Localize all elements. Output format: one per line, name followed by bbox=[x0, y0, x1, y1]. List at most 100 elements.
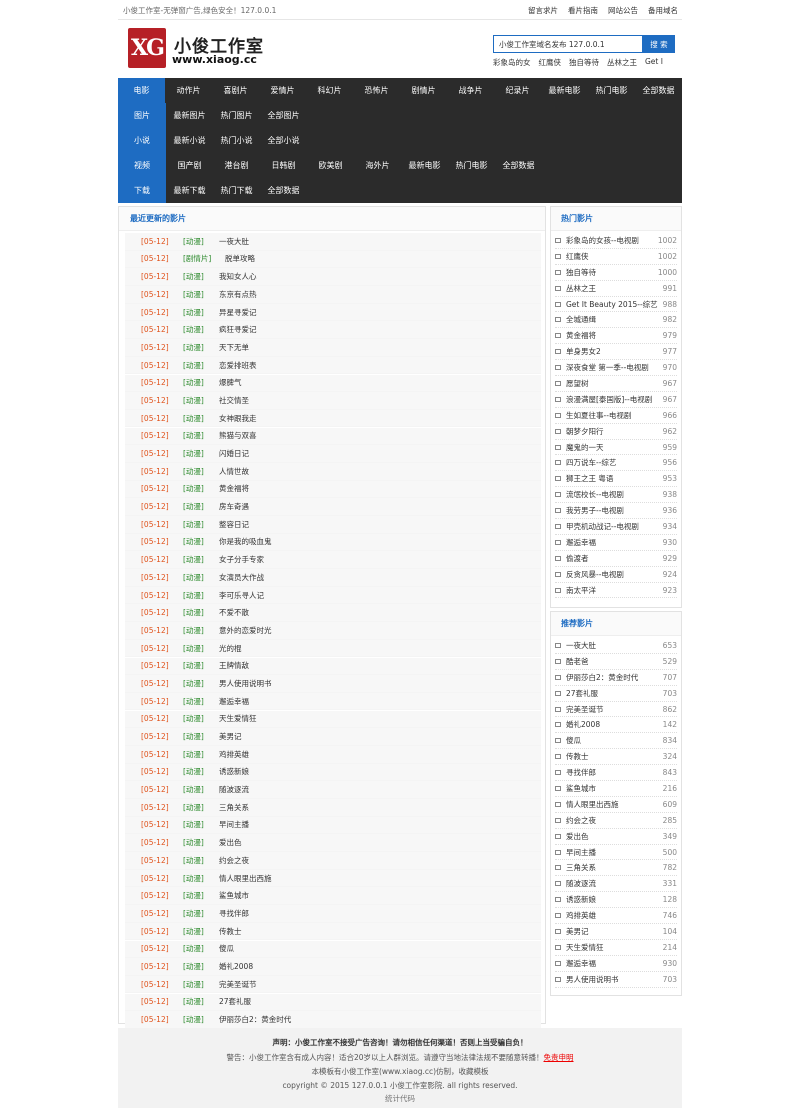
search-input[interactable] bbox=[493, 35, 643, 53]
movie-title-link[interactable]: 人情世故 bbox=[219, 466, 249, 477]
movie-title-link[interactable]: 甲壳机动战记--电视剧 bbox=[566, 521, 659, 532]
movie-title-link[interactable]: 27套礼服 bbox=[219, 996, 251, 1007]
movie-genre-link[interactable]: [动漫] bbox=[183, 307, 219, 318]
movie-title-link[interactable]: 寻找伴郎 bbox=[566, 767, 659, 778]
movie-title-link[interactable]: 早间主播 bbox=[219, 819, 249, 830]
movie-title-link[interactable]: 婚礼2008 bbox=[566, 719, 659, 730]
movie-title-link[interactable]: 疯狂寻爱记 bbox=[219, 324, 257, 335]
movie-title-link[interactable]: 单身男女2 bbox=[566, 346, 659, 357]
movie-title-link[interactable]: 天生爱情狂 bbox=[219, 713, 257, 724]
movie-title-link[interactable]: 浪漫满屋[泰国版]--电视剧 bbox=[566, 394, 659, 405]
movie-title-link[interactable]: 全城通缉 bbox=[566, 314, 659, 325]
nav-item[interactable]: 全部数据 bbox=[635, 85, 682, 96]
movie-title-link[interactable]: 黄金福将 bbox=[566, 330, 659, 341]
movie-title-link[interactable]: 整容日记 bbox=[219, 519, 249, 530]
nav-item[interactable]: 欧美剧 bbox=[307, 160, 354, 171]
nav-item[interactable]: 热门小说 bbox=[213, 135, 260, 146]
movie-title-link[interactable]: 深夜食堂 第一季--电视剧 bbox=[566, 362, 659, 373]
top-link-notice[interactable]: 网站公告 bbox=[608, 5, 638, 16]
nav-item[interactable]: 最新小说 bbox=[166, 135, 213, 146]
nav-item[interactable]: 热门下载 bbox=[213, 185, 260, 196]
movie-title-link[interactable]: 我劳男子--电视剧 bbox=[566, 505, 659, 516]
movie-title-link[interactable]: 意外的恋爱时光 bbox=[219, 625, 272, 636]
movie-title-link[interactable]: 伊丽莎白2：黄金时代 bbox=[566, 672, 659, 683]
movie-genre-link[interactable]: [动漫] bbox=[183, 430, 219, 441]
movie-title-link[interactable]: 邂逅幸福 bbox=[219, 696, 249, 707]
movie-title-link[interactable]: 完美圣诞节 bbox=[566, 704, 659, 715]
movie-genre-link[interactable]: [动漫] bbox=[183, 996, 219, 1007]
movie-title-link[interactable]: 天生爱情狂 bbox=[566, 942, 659, 953]
movie-genre-link[interactable]: [动漫] bbox=[183, 643, 219, 654]
hotword-link[interactable]: 独自等待 bbox=[569, 57, 599, 68]
movie-title-link[interactable]: 偷渡者 bbox=[566, 553, 659, 564]
nav-category[interactable]: 小说 bbox=[118, 128, 166, 153]
movie-title-link[interactable]: 朝梦夕阳行 bbox=[566, 426, 659, 437]
movie-title-link[interactable]: 黄金福将 bbox=[219, 483, 249, 494]
top-link-domain[interactable]: 备用域名 bbox=[648, 5, 678, 16]
nav-category[interactable]: 电影 bbox=[118, 78, 165, 103]
movie-title-link[interactable]: 魔鬼的一天 bbox=[566, 442, 659, 453]
movie-genre-link[interactable]: [剧情片] bbox=[183, 253, 225, 264]
movie-title-link[interactable]: 鲨鱼城市 bbox=[566, 783, 659, 794]
movie-genre-link[interactable]: [动漫] bbox=[183, 324, 219, 335]
movie-genre-link[interactable]: [动漫] bbox=[183, 483, 219, 494]
movie-title-link[interactable]: 脱单攻略 bbox=[225, 253, 255, 264]
movie-genre-link[interactable]: [动漫] bbox=[183, 908, 219, 919]
movie-title-link[interactable]: 天下无单 bbox=[219, 342, 249, 353]
movie-title-link[interactable]: 三角关系 bbox=[219, 802, 249, 813]
movie-genre-link[interactable]: [动漫] bbox=[183, 590, 219, 601]
movie-title-link[interactable]: 男人使用说明书 bbox=[566, 974, 659, 985]
nav-item[interactable]: 动作片 bbox=[165, 85, 212, 96]
movie-title-link[interactable]: 鸡排英雄 bbox=[219, 749, 249, 760]
movie-genre-link[interactable]: [动漫] bbox=[183, 536, 219, 547]
movie-title-link[interactable]: 流氓校长--电视剧 bbox=[566, 489, 659, 500]
movie-title-link[interactable]: 异星寻爱记 bbox=[219, 307, 257, 318]
movie-title-link[interactable]: Get It Beauty 2015--综艺 bbox=[566, 299, 659, 310]
movie-genre-link[interactable]: [动漫] bbox=[183, 342, 219, 353]
movie-title-link[interactable]: 女子分手专家 bbox=[219, 554, 264, 565]
nav-item[interactable]: 热门电影 bbox=[448, 160, 495, 171]
movie-genre-link[interactable]: [动漫] bbox=[183, 890, 219, 901]
movie-title-link[interactable]: 傻瓜 bbox=[566, 735, 659, 746]
movie-title-link[interactable]: 独自等待 bbox=[566, 267, 654, 278]
movie-title-link[interactable]: 傻瓜 bbox=[219, 943, 234, 954]
movie-title-link[interactable]: 诱惑新娘 bbox=[566, 894, 659, 905]
movie-genre-link[interactable]: [动漫] bbox=[183, 837, 219, 848]
movie-title-link[interactable]: 早间主播 bbox=[566, 847, 659, 858]
movie-title-link[interactable]: 邂逅幸福 bbox=[566, 958, 659, 969]
disclaimer-link[interactable]: 免责申明 bbox=[544, 1053, 574, 1062]
movie-title-link[interactable]: 约会之夜 bbox=[219, 855, 249, 866]
movie-title-link[interactable]: 一夜大肚 bbox=[566, 640, 659, 651]
movie-title-link[interactable]: 爆脾气 bbox=[219, 377, 242, 388]
search-button[interactable]: 搜 索 bbox=[643, 35, 675, 53]
movie-title-link[interactable]: 房车奇遇 bbox=[219, 501, 249, 512]
nav-item[interactable]: 海外片 bbox=[354, 160, 401, 171]
movie-title-link[interactable]: 丛林之王 bbox=[566, 283, 659, 294]
movie-title-link[interactable]: 传教士 bbox=[219, 926, 242, 937]
nav-item[interactable]: 纪录片 bbox=[494, 85, 541, 96]
movie-title-link[interactable]: 彩象岛的女孩--电视剧 bbox=[566, 235, 654, 246]
movie-title-link[interactable]: 约会之夜 bbox=[566, 815, 659, 826]
movie-title-link[interactable]: 婚礼2008 bbox=[219, 961, 253, 972]
site-logo[interactable]: XG 小俊工作室 www.xiaog.cc bbox=[128, 26, 263, 72]
hotword-link[interactable]: Get I bbox=[645, 57, 663, 68]
nav-category[interactable]: 下载 bbox=[118, 178, 166, 203]
nav-item[interactable]: 剧情片 bbox=[400, 85, 447, 96]
movie-genre-link[interactable]: [动漫] bbox=[183, 448, 219, 459]
movie-title-link[interactable]: 南太平洋 bbox=[566, 585, 659, 596]
movie-title-link[interactable]: 酷老爸 bbox=[566, 656, 659, 667]
movie-title-link[interactable]: 男人使用说明书 bbox=[219, 678, 272, 689]
movie-title-link[interactable]: 随波逐流 bbox=[219, 784, 249, 795]
movie-genre-link[interactable]: [动漫] bbox=[183, 377, 219, 388]
nav-item[interactable]: 战争片 bbox=[447, 85, 494, 96]
movie-genre-link[interactable]: [动漫] bbox=[183, 873, 219, 884]
nav-item[interactable]: 全部小说 bbox=[260, 135, 307, 146]
movie-genre-link[interactable]: [动漫] bbox=[183, 713, 219, 724]
top-link-guide[interactable]: 看片指南 bbox=[568, 5, 598, 16]
movie-title-link[interactable]: 27套礼服 bbox=[566, 688, 659, 699]
movie-title-link[interactable]: 情人眼里出西施 bbox=[566, 799, 659, 810]
movie-genre-link[interactable]: [动漫] bbox=[183, 236, 219, 247]
nav-item[interactable]: 喜剧片 bbox=[212, 85, 259, 96]
hotword-link[interactable]: 丛林之王 bbox=[607, 57, 637, 68]
nav-item[interactable]: 国产剧 bbox=[166, 160, 213, 171]
